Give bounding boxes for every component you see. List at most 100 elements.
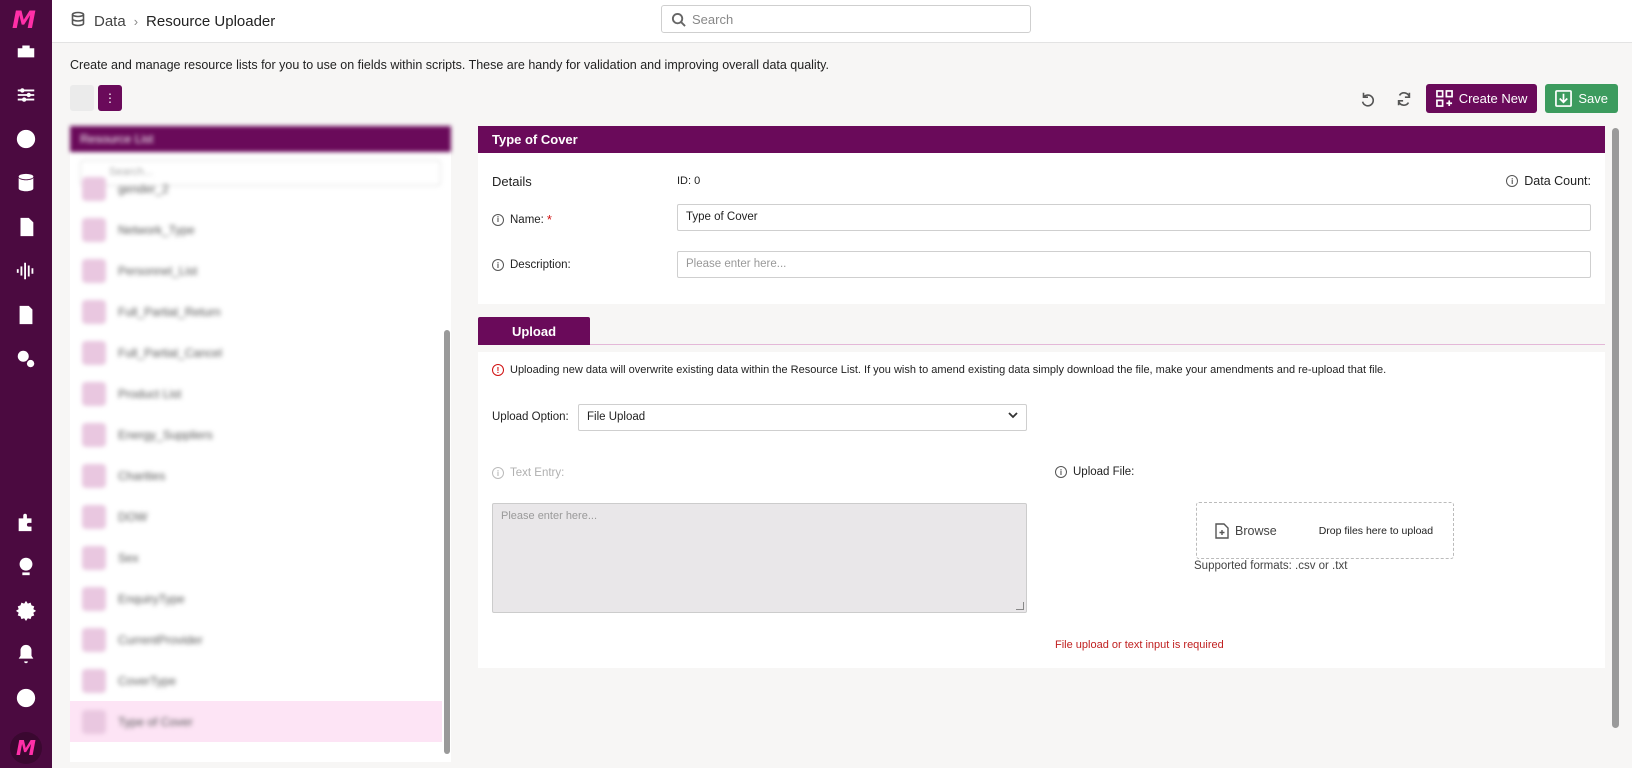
folder-icon [82, 217, 106, 242]
resource-list-panel: Resource List Search... gender_2 Network… [70, 126, 451, 762]
dashboard-icon[interactable] [14, 127, 38, 151]
folder-icon [82, 340, 106, 365]
nav-rail: M M [0, 0, 52, 768]
database-icon[interactable] [14, 171, 38, 195]
globe-icon[interactable] [14, 554, 38, 578]
report-icon[interactable] [14, 303, 38, 327]
file-plus-icon [1215, 522, 1229, 539]
create-new-button[interactable]: Create New [1425, 84, 1538, 113]
search-icon [671, 12, 686, 27]
list-item[interactable]: Full_Partial_Return [70, 291, 442, 332]
folder-icon [82, 258, 106, 283]
file-dropzone[interactable]: Browse Drop files here to upload [1196, 502, 1454, 559]
info-icon: i [492, 467, 504, 479]
undo-icon[interactable] [1354, 85, 1382, 113]
search-placeholder: Search [692, 11, 734, 27]
list-item[interactable]: CurrentProvider [70, 619, 442, 660]
main-scrollbar[interactable] [1612, 128, 1619, 728]
folder-icon [82, 709, 106, 734]
description-label: i Description: [492, 259, 571, 271]
list-item[interactable]: gender_2 [70, 168, 442, 209]
list-item[interactable]: Full_Partial_Cancel [70, 332, 442, 373]
text-entry-field[interactable]: Please enter here... [492, 503, 1027, 613]
puzzle-icon[interactable] [14, 510, 38, 534]
list-item[interactable]: Charities [70, 455, 442, 496]
list-item[interactable]: EnquiryType [70, 578, 442, 619]
list-item-selected[interactable]: Type of Cover [70, 701, 442, 742]
collapse-list-button[interactable] [70, 85, 94, 111]
upload-tabbar: Upload [478, 317, 1605, 345]
folder-icon [82, 381, 106, 406]
folder-icon [82, 504, 106, 529]
resource-list-items: gender_2 Network_Type Personnel_List Ful… [70, 176, 442, 742]
folder-icon [82, 422, 106, 447]
toolbox-icon[interactable] [14, 39, 38, 63]
list-item[interactable]: Network_Type [70, 209, 442, 250]
breadcrumb-current: Resource Uploader [146, 12, 276, 30]
database-icon [70, 11, 86, 31]
create-new-label: Create New [1458, 91, 1528, 106]
app-logo[interactable]: M [12, 6, 40, 34]
list-item[interactable]: Personnel_List [70, 250, 442, 291]
data-count: i Data Count: [1506, 174, 1591, 188]
folder-icon [82, 627, 106, 652]
folder-icon [82, 463, 106, 488]
user-avatar[interactable]: M [10, 732, 42, 764]
resize-handle[interactable] [1016, 602, 1024, 610]
upload-panel: ! Uploading new data will overwrite exist… [478, 352, 1605, 668]
breadcrumb: Data › Resource Uploader [70, 11, 275, 31]
cogs-icon[interactable] [14, 347, 38, 371]
list-item[interactable]: Sex [70, 537, 442, 578]
upload-option-select[interactable]: File Upload [578, 404, 1027, 431]
upload-file-label: i Upload File: [1055, 466, 1134, 478]
folder-icon [82, 545, 106, 570]
breadcrumb-separator: › [133, 13, 139, 29]
name-field[interactable]: Type of Cover [677, 204, 1591, 231]
list-item[interactable]: CoverType [70, 660, 442, 701]
folder-icon [82, 176, 106, 201]
info-icon: i [1506, 175, 1519, 187]
page-intro: Create and manage resource lists for you… [70, 58, 829, 72]
browse-button[interactable]: Browse [1215, 522, 1277, 539]
folder-icon [82, 586, 106, 611]
validation-error: File upload or text input is required [1055, 639, 1224, 651]
sliders-icon[interactable] [14, 83, 38, 107]
list-item[interactable]: Energy_Suppliers [70, 414, 442, 455]
folder-icon [82, 299, 106, 324]
chevron-down-icon [1008, 410, 1018, 420]
top-bar: Data › Resource Uploader Search [52, 0, 1632, 43]
warning-icon: ! [492, 364, 504, 376]
list-item[interactable]: Product List [70, 373, 442, 414]
resource-list-header: Resource List [70, 126, 451, 152]
breadcrumb-data[interactable]: Data [94, 13, 126, 30]
list-item[interactable]: DOW [70, 496, 442, 537]
save-label: Save [1578, 91, 1608, 106]
audio-wave-icon[interactable] [14, 259, 38, 283]
id-text: ID: 0 [677, 175, 701, 187]
info-icon: i [492, 259, 504, 271]
drop-text: Drop files here to upload [1318, 524, 1434, 537]
tab-upload[interactable]: Upload [478, 317, 590, 345]
gear-icon[interactable] [14, 598, 38, 622]
expand-list-button[interactable]: ⋮ [98, 85, 122, 111]
bell-icon[interactable] [14, 642, 38, 666]
detail-panel: Type of Cover Details ID: 0 i Data Count:… [478, 126, 1605, 304]
folder-icon [82, 668, 106, 693]
info-icon: i [1055, 466, 1067, 478]
upload-option-label: Upload Option: [492, 411, 569, 423]
save-button[interactable]: Save [1545, 84, 1618, 113]
upload-warning: ! Uploading new data will overwrite exist… [492, 364, 1386, 376]
view-toggle: ⋮ [70, 85, 122, 111]
list-scrollbar[interactable] [444, 330, 450, 754]
info-icon: i [492, 213, 504, 226]
file-search-icon[interactable] [14, 215, 38, 239]
description-field[interactable]: Please enter here... [677, 251, 1591, 278]
detail-title: Type of Cover [478, 126, 1605, 153]
name-label: i Name: * [492, 212, 552, 227]
help-icon[interactable] [14, 686, 38, 710]
details-heading: Details [492, 174, 532, 189]
grid-plus-icon [1435, 90, 1453, 107]
text-entry-label: i Text Entry: [492, 467, 564, 479]
search-input[interactable]: Search [661, 5, 1031, 33]
refresh-icon[interactable] [1390, 85, 1418, 113]
